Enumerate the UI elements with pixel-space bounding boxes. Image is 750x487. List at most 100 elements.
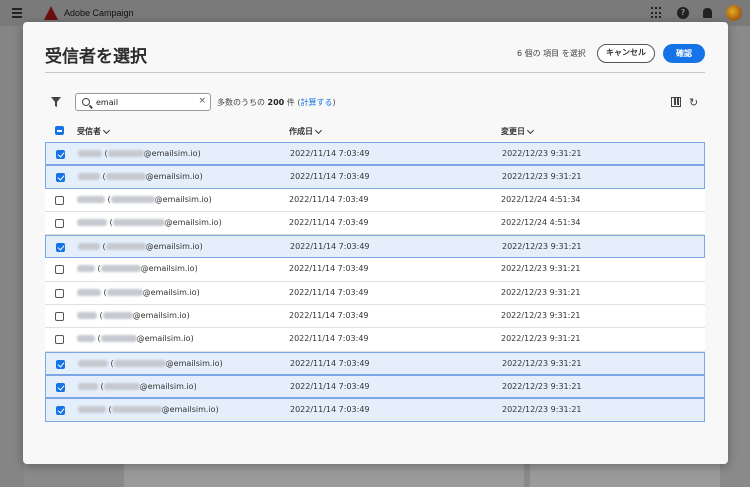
email-domain: @emailsim.io: [139, 381, 194, 391]
row-checkbox[interactable]: [56, 150, 65, 159]
modified-cell: 2022/12/23 9:31:21: [502, 405, 582, 415]
created-cell: 2022/11/14 7:03:49: [289, 217, 369, 227]
table-row[interactable]: (@emailsim.io) 2022/11/14 7:03:49 2022/12/…: [45, 328, 705, 352]
modified-cell: 2022/12/24 4:51:34: [501, 217, 581, 227]
row-checkbox[interactable]: [56, 173, 65, 183]
modified-cell: 2022/12/23 9:31:21: [501, 287, 581, 297]
user-avatar[interactable]: [726, 5, 742, 21]
recipient-cell: (@emailsim.io): [77, 218, 222, 227]
table-row[interactable]: (@emailsim.io) 2022/11/14 7:03:49 2022/12/…: [45, 235, 705, 259]
count-unit: 件 (: [286, 98, 301, 107]
column-header-modified[interactable]: 変更日: [501, 126, 535, 137]
recipient-cell: (@emailsim.io): [78, 405, 219, 414]
modified-cell: 2022/12/24 4:51:34: [501, 194, 581, 204]
select-recipients-dialog: 受信者を選択 6 個の 項目 を選択 キャンセル 確認 × 多数のうちの 200…: [23, 22, 728, 464]
count-value: 200: [267, 98, 285, 107]
recipient-cell: (@emailsim.io): [77, 288, 200, 297]
table-row[interactable]: (@emailsim.io) 2022/11/14 7:03:49 2022/12/…: [45, 398, 705, 422]
created-cell: 2022/11/14 7:03:49: [290, 381, 370, 391]
help-icon[interactable]: ?: [677, 7, 689, 19]
modified-cell: 2022/12/23 9:31:21: [501, 311, 581, 321]
email-domain: @emailsim.io: [145, 242, 200, 252]
recipient-cell: (@emailsim.io): [78, 382, 197, 391]
column-header-created[interactable]: 作成日: [289, 126, 323, 137]
redacted-name: [78, 359, 108, 367]
recipient-cell: (@emailsim.io): [77, 311, 190, 320]
redacted-user: [103, 382, 140, 390]
cancel-button[interactable]: キャンセル: [597, 44, 655, 63]
table-row[interactable]: (@emailsim.io) 2022/11/14 7:03:49 2022/12/…: [45, 374, 705, 399]
redacted-user: [113, 359, 166, 367]
email-domain: @emailsim.io: [136, 334, 191, 344]
created-cell: 2022/11/14 7:03:49: [290, 405, 370, 415]
table-row[interactable]: (@emailsim.io) 2022/11/14 7:03:49 2022/12/…: [45, 142, 705, 166]
email-domain: @emailsim.io: [164, 217, 219, 227]
created-cell: 2022/11/14 7:03:49: [290, 172, 370, 182]
clear-search-icon[interactable]: ×: [198, 96, 206, 106]
table-row[interactable]: (@emailsim.io) 2022/11/14 7:03:49 2022/12/…: [45, 305, 705, 329]
menu-icon[interactable]: [8, 4, 26, 22]
select-all-checkbox[interactable]: [55, 126, 64, 135]
search-icon: [82, 98, 90, 106]
email-domain: @emailsim.io: [140, 264, 195, 274]
table-row[interactable]: (@emailsim.io) 2022/11/14 7:03:49 2022/12/…: [45, 258, 705, 282]
email-domain: @emailsim.io: [132, 311, 187, 321]
modified-cell: 2022/12/23 9:31:21: [502, 358, 582, 368]
redacted-user: [111, 406, 162, 414]
row-checkbox[interactable]: [55, 335, 64, 345]
refresh-icon[interactable]: ↻: [689, 96, 698, 109]
search-input[interactable]: [96, 96, 196, 108]
row-checkbox[interactable]: [55, 312, 64, 322]
confirm-button[interactable]: 確認: [663, 44, 705, 63]
column-header-recipient[interactable]: 受信者: [77, 126, 111, 137]
redacted-name: [77, 335, 95, 343]
recipients-table: 受信者 作成日 変更日 (@emailsim.io) 2022/11/14 7:0…: [45, 122, 705, 427]
recipient-cell: (@emailsim.io): [78, 359, 223, 368]
redacted-name: [77, 288, 101, 296]
modified-cell: 2022/12/23 9:31:21: [502, 242, 582, 252]
background-sidebar: [0, 26, 24, 487]
table-row[interactable]: (@emailsim.io) 2022/11/14 7:03:49 2022/12/…: [45, 165, 705, 189]
redacted-user: [106, 288, 143, 296]
row-checkbox[interactable]: [55, 195, 64, 205]
row-checkbox[interactable]: [55, 218, 64, 228]
column-settings-icon[interactable]: [671, 97, 681, 107]
notification-bell-icon[interactable]: [703, 8, 712, 18]
redacted-user: [110, 195, 155, 203]
email-domain: @emailsim.io: [142, 287, 197, 297]
row-checkbox[interactable]: [55, 288, 64, 298]
apps-grid-icon[interactable]: [651, 7, 663, 19]
created-cell: 2022/11/14 7:03:49: [290, 358, 370, 368]
table-row[interactable]: (@emailsim.io) 2022/11/14 7:03:49 2022/12/…: [45, 188, 705, 212]
created-cell: 2022/11/14 7:03:49: [290, 149, 370, 158]
row-checkbox[interactable]: [56, 406, 65, 416]
recipient-cell: (@emailsim.io): [78, 172, 203, 181]
row-checkbox[interactable]: [56, 243, 65, 253]
row-checkbox[interactable]: [55, 265, 64, 275]
redacted-name: [78, 150, 102, 157]
table-row[interactable]: (@emailsim.io) 2022/11/14 7:03:49 2022/12/…: [45, 211, 705, 236]
selected-count-text: 6 個の 項目 を選択: [517, 49, 586, 58]
table-row[interactable]: (@emailsim.io) 2022/11/14 7:03:49 2022/12/…: [45, 351, 705, 375]
modified-cell: 2022/12/23 9:31:21: [502, 381, 582, 391]
column-label: 受信者: [77, 127, 101, 136]
table-body: (@emailsim.io) 2022/11/14 7:03:49 2022/12/…: [45, 142, 705, 422]
header-divider: [45, 72, 705, 73]
search-field[interactable]: ×: [75, 93, 211, 111]
email-domain: @emailsim.io: [145, 172, 200, 182]
table-row[interactable]: (@emailsim.io) 2022/11/14 7:03:49 2022/12/…: [45, 281, 705, 306]
redacted-name: [78, 406, 106, 414]
modified-cell: 2022/12/23 9:31:21: [502, 149, 582, 158]
filter-icon[interactable]: [51, 97, 61, 107]
redacted-name: [77, 312, 97, 320]
redacted-user: [105, 243, 146, 251]
dialog-title: 受信者を選択: [45, 47, 147, 67]
recipient-cell: (@emailsim.io): [77, 195, 212, 204]
row-checkbox[interactable]: [56, 359, 65, 369]
redacted-name: [77, 195, 105, 203]
row-checkbox[interactable]: [56, 382, 65, 392]
compute-count-link[interactable]: 計算する: [300, 98, 332, 107]
redacted-user: [102, 312, 133, 320]
redacted-name: [77, 218, 107, 226]
count-prefix: 多数のうちの: [217, 98, 265, 107]
